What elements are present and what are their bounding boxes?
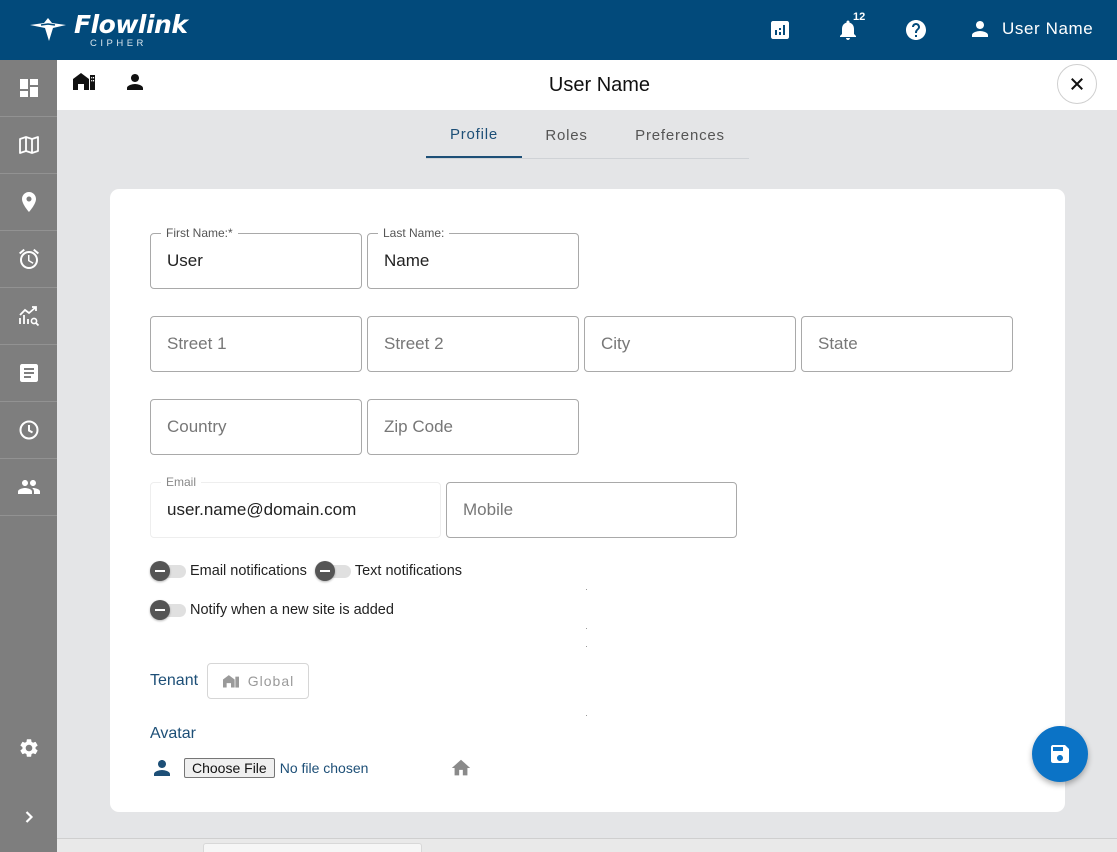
sidebar-item-dashboard[interactable]: [0, 60, 57, 117]
alarm-icon: [18, 248, 39, 269]
save-button[interactable]: [1032, 726, 1088, 782]
zip-code-field[interactable]: [367, 399, 579, 455]
notification-toggles: Email notifications Text notifications: [150, 560, 470, 582]
sidebar-item-map[interactable]: [0, 117, 57, 174]
text-notifications-toggle[interactable]: [314, 560, 351, 582]
chevron-right-icon: [25, 811, 33, 823]
country-input[interactable]: [151, 400, 361, 454]
app-logo[interactable]: Flowlink CIPHER: [28, 10, 188, 49]
zip-code-input[interactable]: [368, 400, 578, 454]
gear-icon: [19, 739, 38, 757]
mobile-input[interactable]: [447, 483, 736, 537]
divider-dot: [586, 715, 587, 716]
avatar-label: Avatar: [150, 725, 196, 742]
dashboard-icon: [19, 79, 38, 97]
tab-profile[interactable]: Profile: [426, 112, 522, 158]
divider-dot: [586, 589, 587, 590]
avatar-file-row: Choose File No file chosen: [150, 756, 368, 780]
bottom-tab[interactable]: [203, 843, 422, 852]
map-icon: [18, 136, 39, 154]
email-input: [151, 483, 440, 537]
close-icon: [1071, 78, 1083, 90]
mobile-field[interactable]: [446, 482, 737, 538]
sidebar-item-history[interactable]: [0, 402, 57, 459]
divider-dot: [586, 646, 587, 647]
street1-field[interactable]: [150, 316, 362, 372]
user-menu[interactable]: User Name: [968, 17, 1093, 41]
home-icon[interactable]: [450, 757, 472, 779]
state-field[interactable]: [801, 316, 1013, 372]
user-menu-label: User Name: [1002, 19, 1094, 38]
history-icon: [19, 420, 38, 440]
analytics-icon: [18, 306, 39, 327]
last-name-field[interactable]: Last Name:: [367, 226, 579, 289]
choose-file-button[interactable]: Choose File: [184, 758, 275, 778]
page-title: User Name: [548, 74, 651, 96]
country-field[interactable]: [150, 399, 362, 455]
new-site-toggle-row: Notify when a new site is added: [150, 599, 402, 621]
users-icon: [17, 480, 40, 494]
tab-preferences[interactable]: Preferences: [611, 112, 749, 158]
first-name-field[interactable]: First Name:*: [150, 226, 362, 289]
logo-mark-icon: [30, 18, 66, 41]
settings-button[interactable]: [0, 728, 57, 768]
text-notifications-label: Text notifications: [354, 563, 463, 579]
brand-name: Flowlink: [74, 10, 188, 39]
person-icon: [972, 21, 988, 37]
profile-tabs: Profile Roles Preferences: [426, 112, 749, 159]
notification-badge: 12: [853, 11, 866, 23]
top-bar: Flowlink CIPHER 12 User Name: [0, 0, 1117, 60]
tenant-value: Global: [247, 673, 295, 689]
first-name-input[interactable]: [151, 234, 361, 288]
page-header: User Name: [57, 60, 1117, 110]
email-notifications-toggle[interactable]: [150, 560, 186, 582]
last-name-input[interactable]: [368, 234, 578, 288]
avatar-person-icon: [154, 760, 170, 776]
first-name-label: First Name:*: [161, 226, 238, 240]
divider-dot: [586, 628, 587, 629]
tenant-select-button[interactable]: Global: [207, 663, 309, 699]
last-name-label: Last Name:: [378, 226, 450, 240]
sidebar-item-users[interactable]: [0, 459, 57, 516]
notify-new-site-label: Notify when a new site is added: [190, 602, 394, 618]
report-icon[interactable]: [768, 18, 792, 42]
state-input[interactable]: [802, 317, 1012, 371]
city-field[interactable]: [584, 316, 796, 372]
street2-input[interactable]: [368, 317, 578, 371]
help-icon[interactable]: [904, 18, 928, 42]
street2-field[interactable]: [367, 316, 579, 372]
close-button[interactable]: [1057, 64, 1097, 104]
tenant-label: Tenant: [150, 672, 199, 689]
street1-input[interactable]: [151, 317, 361, 371]
no-file-text: No file chosen: [279, 760, 369, 776]
expand-sidebar-button[interactable]: [0, 797, 57, 837]
sidebar-item-analytics[interactable]: [0, 288, 57, 345]
location-pin-icon: [21, 192, 36, 212]
sidebar-item-alarms[interactable]: [0, 231, 57, 288]
save-icon: [1051, 745, 1069, 763]
city-input[interactable]: [585, 317, 795, 371]
sidebar: [0, 60, 57, 852]
email-label: Email: [161, 475, 202, 489]
sidebar-item-locations[interactable]: [0, 174, 57, 231]
notify-new-site-toggle[interactable]: [150, 599, 186, 621]
email-field: Email: [150, 475, 441, 538]
brand-sub: CIPHER: [90, 38, 147, 49]
document-icon: [19, 364, 38, 382]
sidebar-item-reports[interactable]: [0, 345, 57, 402]
tab-roles[interactable]: Roles: [522, 112, 611, 158]
tenant-home-icon: [222, 675, 239, 688]
email-notifications-label: Email notifications: [190, 563, 307, 579]
